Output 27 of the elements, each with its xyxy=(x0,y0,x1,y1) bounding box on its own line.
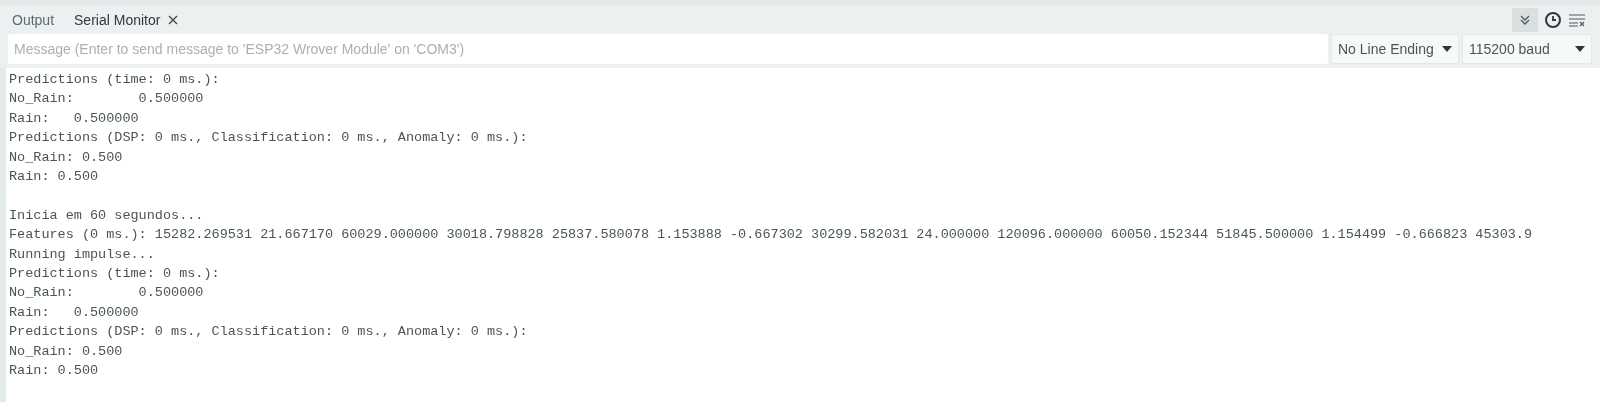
output-line: Predictions (DSP: 0 ms., Classification: 0 ms., Anomaly: 0 ms.): xyxy=(9,323,528,342)
message-input[interactable]: Message (Enter to send message to 'ESP32 Wrover Module' on 'COM3') xyxy=(8,34,1328,64)
output-line: No_Rain: 0.500000 xyxy=(9,90,204,109)
caret-icon xyxy=(1442,46,1452,52)
panel-tab[interactable]: Serial Monitor xyxy=(74,9,179,31)
output-line: Predictions (time: 0 ms.): xyxy=(9,71,220,89)
output-line: Inicia em 60 segundos... xyxy=(9,206,204,225)
output-line: Rain: 0.500 xyxy=(9,362,99,381)
output-line: No_Rain: 0.500000 xyxy=(9,284,204,303)
output-line: Rain: 0.500000 xyxy=(9,109,139,128)
line-ending-dropdown[interactable]: No Line Ending xyxy=(1331,34,1459,64)
output-line: No_Rain: 0.500 xyxy=(9,148,123,167)
clock-icon[interactable] xyxy=(1544,11,1562,29)
output-line: Predictions (DSP: 0 ms., Classification: 0 ms., Anomaly: 0 ms.): xyxy=(9,129,528,148)
panel-tab[interactable]: Output xyxy=(12,9,55,31)
output-line: Running impulse... xyxy=(9,245,155,264)
output-line: Rain: 0.500000 xyxy=(9,303,139,322)
output-line: No_Rain: 0.500 xyxy=(9,342,123,361)
caret-icon xyxy=(1575,46,1585,52)
output-line: Predictions (time: 0 ms.): xyxy=(9,265,220,284)
baud-rate-dropdown[interactable]: 115200 baud xyxy=(1462,34,1592,64)
double-chevron-icon xyxy=(1519,14,1531,26)
clear-output-icon[interactable] xyxy=(1568,13,1586,27)
close-icon[interactable] xyxy=(168,15,179,25)
output-line: Rain: 0.500 xyxy=(9,168,99,187)
autoscroll-button[interactable] xyxy=(1512,8,1538,32)
output-line: Features (0 ms.): 15282.269531 21.667170 60029.000000 30018.798828 25837.580078 1.153888 -0.667302 30299.582031 24.000000 120096.000000 60050.152344 51845.500000 1.154499 -0.666823 45303.9 xyxy=(9,226,1533,245)
